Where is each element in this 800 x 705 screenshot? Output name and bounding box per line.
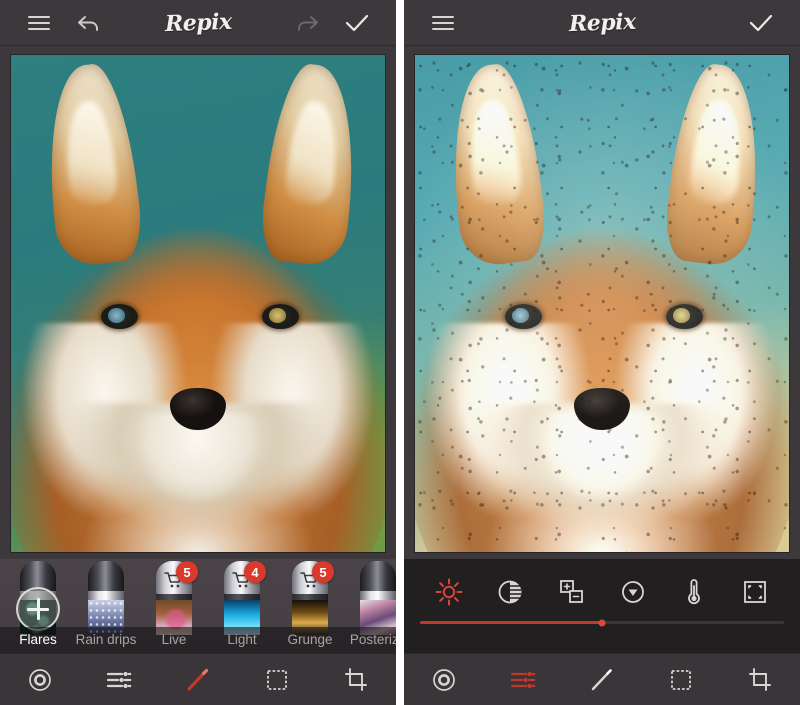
crop-icon (345, 667, 368, 691)
redo-arrow-icon (298, 15, 318, 31)
menu-button[interactable] (16, 15, 62, 30)
redo-button[interactable] (280, 13, 334, 33)
brush-pen-icon (360, 561, 396, 635)
brush-badge-count: 5 (176, 561, 198, 583)
photo-original[interactable] (10, 54, 386, 553)
nav-effects-button[interactable] (404, 654, 483, 705)
brush-badge-count: 5 (312, 561, 334, 583)
undo-arrow-icon (78, 15, 98, 31)
brush-label-light[interactable]: Light (208, 627, 276, 653)
nav-crop-button[interactable] (721, 654, 800, 705)
saturation-icon (621, 581, 644, 603)
nav-brush-button[interactable] (158, 654, 237, 705)
brush-pen-icon (88, 561, 124, 635)
brush-label-live[interactable]: Live (140, 627, 208, 653)
checkmark-icon (345, 14, 369, 31)
confirm-button[interactable] (334, 12, 380, 34)
left-screen: Repix 5 4 5 Flares Rain drips Live Light… (0, 0, 396, 705)
adjust-vignette-button[interactable] (725, 578, 786, 606)
adjust-saturation-button[interactable] (602, 578, 663, 606)
undo-button[interactable] (62, 13, 116, 33)
exposure-icon (560, 580, 584, 603)
nav-frames-button[interactable] (642, 654, 721, 705)
confirm-button[interactable] (738, 12, 784, 34)
sliders-icon (106, 671, 132, 688)
frame-square-icon (671, 669, 692, 690)
brush-label-bar: Flares Rain drips Live Light Grunge Post… (0, 627, 396, 653)
repix-logo: Repix (568, 8, 636, 37)
right-topbar: Repix (404, 0, 800, 46)
nav-crop-button[interactable] (317, 654, 396, 705)
brightness-sun-icon (435, 578, 463, 606)
right-screen: Repix (404, 0, 800, 705)
left-topbar: Repix (0, 0, 396, 46)
crop-icon (749, 667, 772, 691)
right-bottom-nav (404, 653, 800, 705)
temperature-icon (688, 579, 700, 605)
brush-label-posterize[interactable]: Posterize (344, 627, 396, 653)
nav-adjust-button[interactable] (79, 654, 158, 705)
brush-badge-count: 4 (244, 561, 266, 583)
adjust-icon-row (418, 569, 786, 615)
fox-subject (415, 55, 789, 552)
brush-label-grunge[interactable]: Grunge (276, 627, 344, 653)
adjust-brightness-button[interactable] (418, 577, 479, 607)
add-brush-icon[interactable] (16, 587, 60, 631)
photo-edited[interactable] (414, 54, 790, 553)
hamburger-menu-icon (432, 15, 454, 30)
left-canvas-area[interactable] (0, 46, 396, 559)
brush-stroke-icon (591, 668, 612, 690)
adjust-slider[interactable] (418, 615, 786, 626)
nav-effects-button[interactable] (0, 654, 79, 705)
slider-knob[interactable] (598, 619, 606, 626)
nav-frames-button[interactable] (238, 654, 317, 705)
contrast-icon (498, 580, 522, 604)
frame-square-icon (267, 669, 288, 690)
nav-brush-button[interactable] (562, 654, 641, 705)
screenshot-root: Repix 5 4 5 Flares Rain drips Live Light… (0, 0, 800, 705)
focus-frame-icon (744, 581, 767, 603)
hamburger-menu-icon (28, 15, 50, 30)
sliders-icon (510, 671, 536, 688)
brush-tray[interactable]: 5 4 5 Flares Rain drips Live Light Grung… (0, 559, 396, 653)
fox-subject (11, 55, 385, 552)
target-circle-icon (28, 668, 51, 691)
app-title: Repix (116, 8, 280, 37)
slider-fill (420, 621, 602, 624)
menu-button[interactable] (420, 15, 466, 30)
right-canvas-area[interactable] (404, 46, 800, 559)
slider-track[interactable] (420, 619, 784, 626)
brush-label-flares[interactable]: Flares (4, 627, 72, 653)
target-circle-icon (432, 668, 455, 691)
checkmark-icon (749, 14, 773, 31)
adjust-tray[interactable] (404, 559, 800, 653)
adjust-contrast-button[interactable] (479, 578, 540, 606)
brush-stroke-icon (187, 668, 209, 691)
nav-adjust-button[interactable] (483, 654, 562, 705)
left-bottom-nav (0, 653, 396, 705)
adjust-exposure-button[interactable] (541, 578, 602, 606)
brush-label-rain-drips[interactable]: Rain drips (72, 627, 140, 653)
app-title: Repix (466, 8, 738, 37)
repix-logo: Repix (164, 8, 232, 37)
adjust-temperature-button[interactable] (663, 577, 724, 607)
